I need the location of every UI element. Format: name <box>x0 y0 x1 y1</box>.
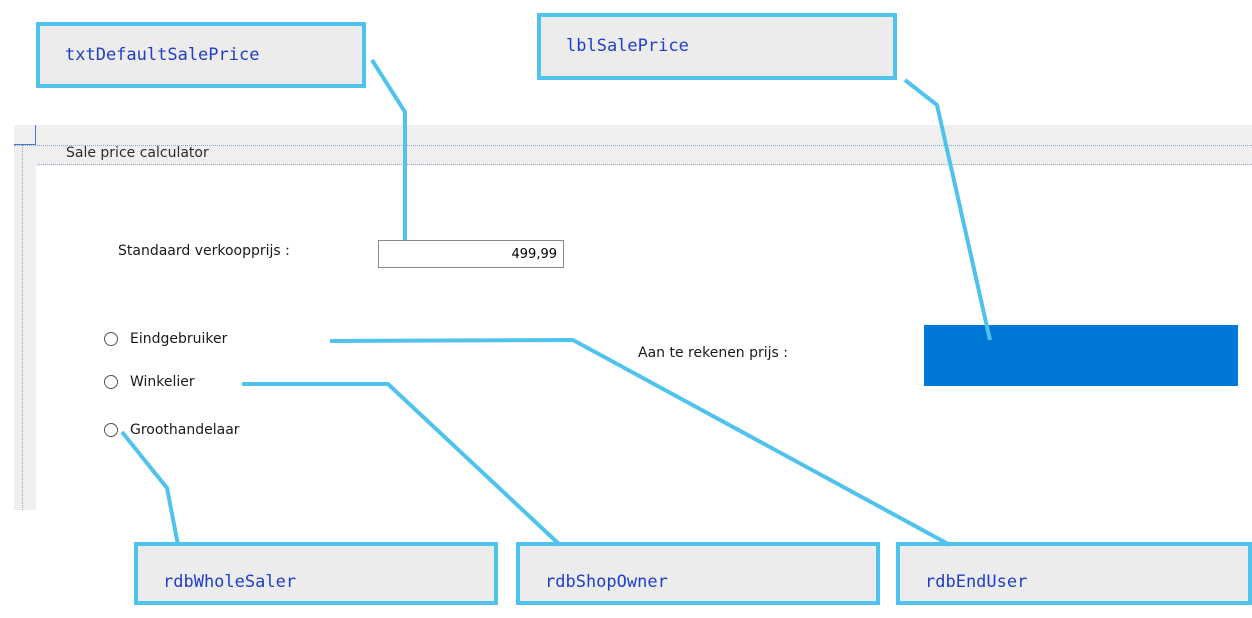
callout-label: txtDefaultSalePrice <box>65 45 260 65</box>
callout-rdb-whole: rdbWholeSaler <box>134 542 498 605</box>
default-price-label: Standaard verkoopprijs : <box>118 243 290 259</box>
callout-label: rdbWholeSaler <box>163 572 297 592</box>
radio-circle[interactable] <box>104 332 118 346</box>
callout-rdb-shop: rdbShopOwner <box>516 542 880 605</box>
callout-lbl-sale: lblSalePrice <box>537 13 897 80</box>
callout-txt-default: txtDefaultSalePrice <box>36 22 366 88</box>
callout-label: lblSalePrice <box>566 36 689 56</box>
radio-enduser[interactable]: Eindgebruiker <box>104 331 227 347</box>
radio-shopowner[interactable]: Winkelier <box>104 374 195 390</box>
radio-label: Winkelier <box>130 374 195 390</box>
default-price-input[interactable]: 499,99 <box>378 240 564 268</box>
radio-label: Groothandelaar <box>130 422 240 438</box>
radio-wholesaler[interactable]: Groothandelaar <box>104 422 240 438</box>
radio-label: Eindgebruiker <box>130 331 228 347</box>
callout-label: rdbEndUser <box>925 572 1028 592</box>
callout-rdb-end: rdbEndUser <box>896 542 1252 605</box>
form-frame-left <box>14 125 36 510</box>
radio-circle[interactable] <box>104 423 118 437</box>
designer-guide-line <box>22 145 23 510</box>
callout-label: rdbShopOwner <box>545 572 668 592</box>
form-designer: Sale price calculator Standaard verkoopp… <box>0 125 1252 510</box>
groupbox-title: Sale price calculator <box>66 145 209 161</box>
radio-circle[interactable] <box>104 375 118 389</box>
sale-price-output <box>924 325 1238 386</box>
charge-price-label: Aan te rekenen prijs : <box>638 345 789 361</box>
groupbox-corner <box>14 125 36 145</box>
